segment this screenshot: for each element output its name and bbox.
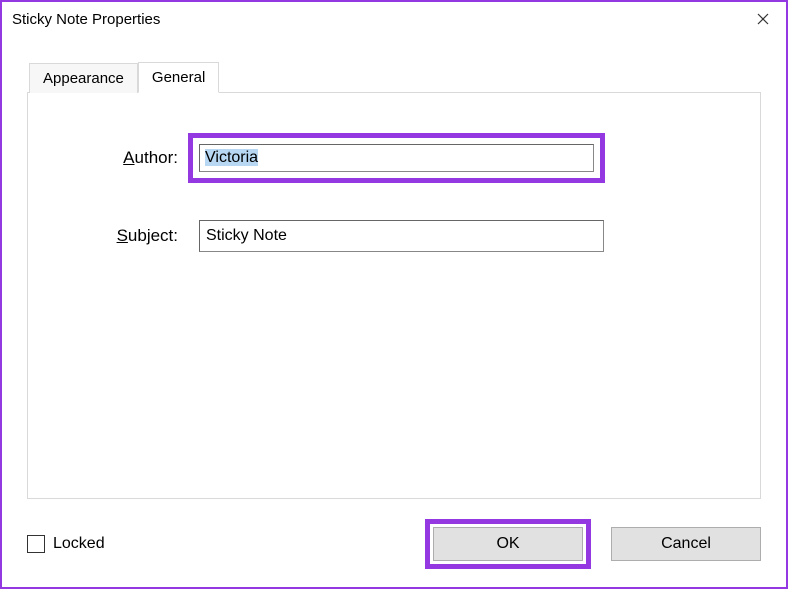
- tab-appearance[interactable]: Appearance: [29, 63, 138, 93]
- subject-label-rest: ubject:: [128, 226, 178, 245]
- author-label: Author:: [88, 148, 188, 168]
- locked-checkbox[interactable]: [27, 535, 45, 553]
- locked-label: Locked: [53, 535, 105, 553]
- subject-label-accel: S: [117, 226, 128, 245]
- dialog-content: Appearance General Author: Victoria Subj…: [2, 36, 786, 587]
- subject-row: Subject:: [88, 209, 700, 263]
- tab-general[interactable]: General: [138, 62, 219, 93]
- ok-button[interactable]: OK: [433, 527, 583, 561]
- button-row: OK Cancel: [425, 519, 761, 569]
- author-value: Victoria: [205, 149, 258, 166]
- author-label-accel: A: [123, 148, 134, 167]
- cancel-button[interactable]: Cancel: [611, 527, 761, 561]
- locked-checkbox-wrap[interactable]: Locked: [27, 535, 105, 553]
- ok-highlight: OK: [425, 519, 591, 569]
- subject-label: Subject:: [88, 226, 188, 246]
- author-highlight: Victoria: [188, 133, 605, 183]
- dialog-window: Sticky Note Properties Appearance Genera…: [0, 0, 788, 589]
- author-label-rest: uthor:: [135, 148, 178, 167]
- subject-input[interactable]: [199, 220, 604, 252]
- author-row: Author: Victoria: [88, 133, 700, 183]
- dialog-footer: Locked OK Cancel: [27, 499, 761, 569]
- window-title: Sticky Note Properties: [12, 11, 160, 28]
- author-input[interactable]: Victoria: [199, 144, 594, 172]
- tab-panel-general: Author: Victoria Subject:: [27, 92, 761, 499]
- close-button[interactable]: [740, 2, 786, 36]
- titlebar: Sticky Note Properties: [2, 2, 786, 36]
- close-icon: [757, 13, 769, 25]
- tabs: Appearance General: [29, 61, 761, 92]
